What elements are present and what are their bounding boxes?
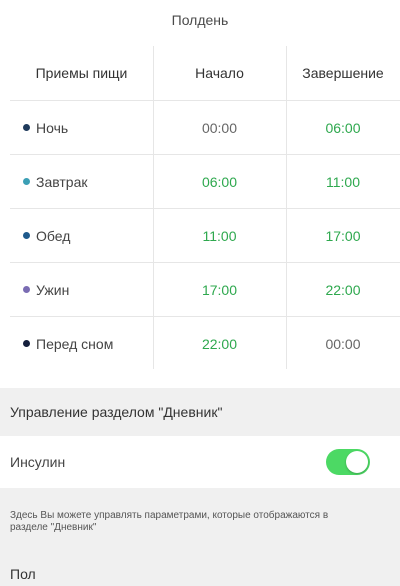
end-time: 00:00	[325, 335, 361, 352]
meal-row[interactable]: Ночь 00:00 06:00	[10, 100, 400, 154]
spacer	[0, 370, 400, 388]
end-time-cell[interactable]: 00:00	[286, 317, 400, 370]
start-time-cell[interactable]: 00:00	[153, 101, 286, 154]
end-time: 06:00	[325, 119, 361, 136]
meal-name: Обед	[36, 227, 71, 244]
meal-color-dot-icon	[23, 340, 30, 347]
diary-section-header: Управление разделом "Дневник"	[0, 388, 400, 436]
start-time: 11:00	[202, 227, 237, 244]
end-time-cell[interactable]: 22:00	[286, 263, 400, 316]
meal-name-cell: Ночь	[10, 101, 153, 154]
meal-name: Ужин	[36, 281, 70, 298]
meal-name-cell: Обед	[10, 209, 153, 262]
toggle-knob	[346, 451, 368, 473]
meal-color-dot-icon	[23, 286, 30, 293]
start-time: 00:00	[201, 119, 238, 136]
end-time-cell[interactable]: 11:00	[286, 155, 400, 208]
start-time-cell[interactable]: 06:00	[153, 155, 286, 208]
start-time-cell[interactable]: 11:00	[153, 209, 286, 262]
time-picker-label: Полдень	[171, 12, 229, 28]
meal-name-cell: Перед сном	[10, 317, 153, 370]
table-header-row: Приемы пищи Начало Завершение	[10, 46, 400, 100]
gender-label[interactable]: Пол	[10, 566, 36, 582]
end-time-cell[interactable]: 17:00	[286, 209, 400, 262]
meal-times-table: Приемы пищи Начало Завершение Ночь 00:00 0…	[10, 46, 400, 370]
insulin-label: Инсулин	[10, 454, 66, 470]
meal-row[interactable]: Обед 11:00 17:00	[10, 208, 400, 262]
meal-row[interactable]: Ужин 17:00 22:00	[10, 262, 400, 316]
meal-name-cell: Завтрак	[10, 155, 153, 208]
start-time-cell[interactable]: 22:00	[153, 317, 286, 370]
meal-color-dot-icon	[23, 178, 30, 185]
meal-name: Перед сном	[36, 335, 114, 352]
meal-name: Ночь	[36, 119, 69, 136]
meal-color-dot-icon	[23, 124, 30, 131]
start-time: 22:00	[201, 335, 238, 352]
start-time-cell[interactable]: 17:00	[153, 263, 286, 316]
start-time: 06:00	[201, 173, 238, 190]
meal-row[interactable]: Перед сном 22:00 00:00	[10, 316, 400, 370]
end-time: 22:00	[325, 281, 361, 298]
insulin-toggle[interactable]	[326, 449, 370, 475]
end-time: 17:00	[325, 227, 361, 244]
meal-name-cell: Ужин	[10, 263, 153, 316]
header-end: Завершение	[302, 65, 384, 81]
end-time: 11:00	[326, 173, 360, 190]
meal-color-dot-icon	[23, 232, 30, 239]
start-time: 17:00	[201, 281, 238, 298]
header-start: Начало	[195, 65, 244, 81]
meal-name: Завтрак	[36, 173, 88, 190]
meal-row[interactable]: Завтрак 06:00 11:00	[10, 154, 400, 208]
header-meal: Приемы пищи	[35, 65, 128, 81]
insulin-setting-row[interactable]: Инсулин	[0, 436, 400, 488]
hint-block: Здесь Вы можете управлять параметрами, к…	[0, 488, 400, 586]
end-time-cell[interactable]: 06:00	[286, 101, 400, 154]
diary-hint-text: Здесь Вы можете управлять параметрами, к…	[10, 510, 329, 533]
